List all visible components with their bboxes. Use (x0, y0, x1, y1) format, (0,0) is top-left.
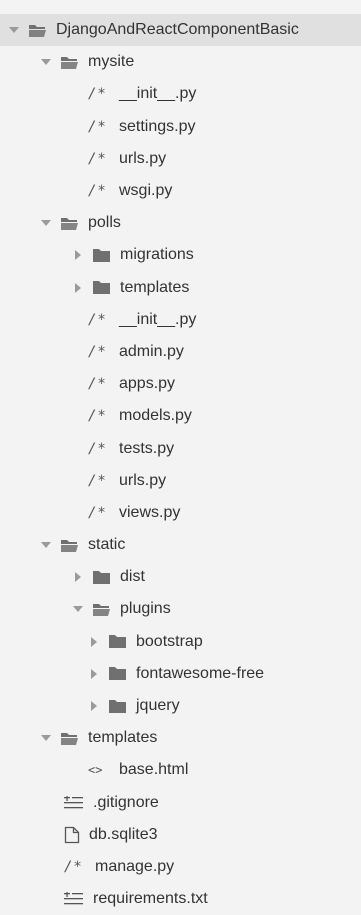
code-comment-icon: /* (64, 858, 83, 875)
code-comment-icon: /* (88, 440, 107, 457)
tree-file-row[interactable]: <> base.html (0, 754, 361, 786)
folder-label: plugins (120, 600, 171, 618)
tree-file-row[interactable]: requirements.txt (0, 883, 361, 915)
tree-folder-row[interactable]: plugins (0, 593, 361, 625)
folder-open-icon (60, 55, 79, 70)
folder-label: bootstrap (136, 632, 203, 650)
tree-folder-row[interactable]: dist (0, 561, 361, 593)
file-label: urls.py (119, 471, 167, 489)
file-explorer-tree: DjangoAndReactComponentBasic mysite /* __in… (0, 14, 361, 915)
chevron-down-icon[interactable] (40, 56, 52, 68)
folder-label: templates (120, 278, 190, 296)
chevron-right-icon[interactable] (88, 700, 100, 712)
file-label: admin.py (119, 342, 184, 360)
file-label: manage.py (95, 857, 175, 875)
chevron-down-icon[interactable] (72, 603, 84, 615)
folder-icon (108, 699, 127, 714)
chevron-down-icon[interactable] (8, 24, 20, 36)
folder-open-icon (60, 538, 79, 553)
tree-folder-row[interactable]: migrations (0, 239, 361, 271)
file-label: __init__.py (119, 310, 197, 328)
folder-label: DjangoAndReactComponentBasic (56, 21, 299, 39)
tree-file-row[interactable]: /* wsgi.py (0, 175, 361, 207)
file-label: base.html (119, 761, 189, 779)
document-icon (64, 826, 80, 844)
file-label: __init__.py (119, 85, 197, 103)
file-label: settings.py (119, 117, 196, 135)
tree-file-row[interactable]: /* __init__.py (0, 78, 361, 110)
file-label: requirements.txt (93, 890, 208, 908)
chevron-down-icon[interactable] (40, 217, 52, 229)
chevron-down-icon[interactable] (40, 539, 52, 551)
file-label: wsgi.py (119, 182, 173, 200)
folder-label: mysite (88, 53, 135, 71)
folder-label: dist (120, 568, 145, 586)
code-comment-icon: /* (88, 376, 107, 393)
tree-folder-row[interactable]: jquery (0, 690, 361, 722)
folder-open-icon (92, 602, 111, 617)
tree-file-row[interactable]: /* apps.py (0, 368, 361, 400)
code-comment-icon: /* (88, 183, 107, 200)
code-comment-icon: /* (88, 504, 107, 521)
chevron-right-icon[interactable] (72, 282, 84, 294)
tree-folder-row[interactable]: DjangoAndReactComponentBasic (0, 14, 361, 47)
folder-label: fontawesome-free (136, 664, 265, 682)
folder-icon (92, 570, 111, 585)
text-lines-icon (64, 795, 84, 810)
chevron-right-icon[interactable] (88, 668, 100, 680)
tree-file-row[interactable]: /* tests.py (0, 432, 361, 464)
tree-file-row[interactable]: /* settings.py (0, 111, 361, 143)
tree-folder-row[interactable]: bootstrap (0, 626, 361, 658)
code-comment-icon: /* (88, 472, 107, 489)
folder-icon (92, 280, 111, 295)
folder-open-icon (60, 216, 79, 231)
chevron-right-icon[interactable] (72, 249, 84, 261)
folder-label: migrations (120, 246, 194, 264)
tree-folder-row[interactable]: fontawesome-free (0, 658, 361, 690)
code-comment-icon: /* (88, 408, 107, 425)
folder-icon (108, 666, 127, 681)
chevron-right-icon[interactable] (72, 571, 84, 583)
file-label: .gitignore (93, 793, 159, 811)
tree-file-row[interactable]: /* manage.py (0, 851, 361, 883)
tree-folder-row[interactable]: static (0, 529, 361, 561)
text-lines-icon (64, 892, 84, 906)
file-label: models.py (119, 407, 192, 425)
file-label: views.py (119, 503, 181, 521)
file-label: db.sqlite3 (89, 825, 158, 843)
tree-folder-row[interactable]: polls (0, 207, 361, 239)
tree-file-row[interactable]: db.sqlite3 (0, 819, 361, 851)
folder-icon (108, 634, 127, 649)
file-label: apps.py (119, 375, 176, 393)
tree-file-row[interactable]: .gitignore (0, 787, 361, 819)
tree-folder-row[interactable]: templates (0, 272, 361, 304)
folder-label: templates (88, 729, 158, 747)
folder-label: jquery (136, 697, 180, 715)
tree-file-row[interactable]: /* __init__.py (0, 304, 361, 336)
file-label: tests.py (119, 439, 175, 457)
file-label: urls.py (119, 149, 167, 167)
html-brackets-icon: <> (88, 763, 103, 778)
tree-file-row[interactable]: /* admin.py (0, 336, 361, 368)
chevron-down-icon[interactable] (40, 732, 52, 744)
code-comment-icon: /* (88, 86, 107, 103)
code-comment-icon: /* (88, 343, 107, 360)
folder-icon (92, 248, 111, 263)
tree-file-row[interactable]: /* urls.py (0, 465, 361, 497)
tree-file-row[interactable]: /* urls.py (0, 143, 361, 175)
tree-folder-row[interactable]: mysite (0, 46, 361, 78)
code-comment-icon: /* (88, 311, 107, 328)
code-comment-icon: /* (88, 150, 107, 167)
folder-open-icon (60, 731, 79, 746)
chevron-right-icon[interactable] (88, 636, 100, 648)
tree-file-row[interactable]: /* models.py (0, 400, 361, 432)
tree-folder-row[interactable]: templates (0, 722, 361, 754)
folder-open-icon (28, 23, 47, 38)
tree-file-row[interactable]: /* views.py (0, 497, 361, 529)
folder-label: static (88, 536, 126, 554)
folder-label: polls (88, 214, 121, 232)
code-comment-icon: /* (88, 118, 107, 135)
